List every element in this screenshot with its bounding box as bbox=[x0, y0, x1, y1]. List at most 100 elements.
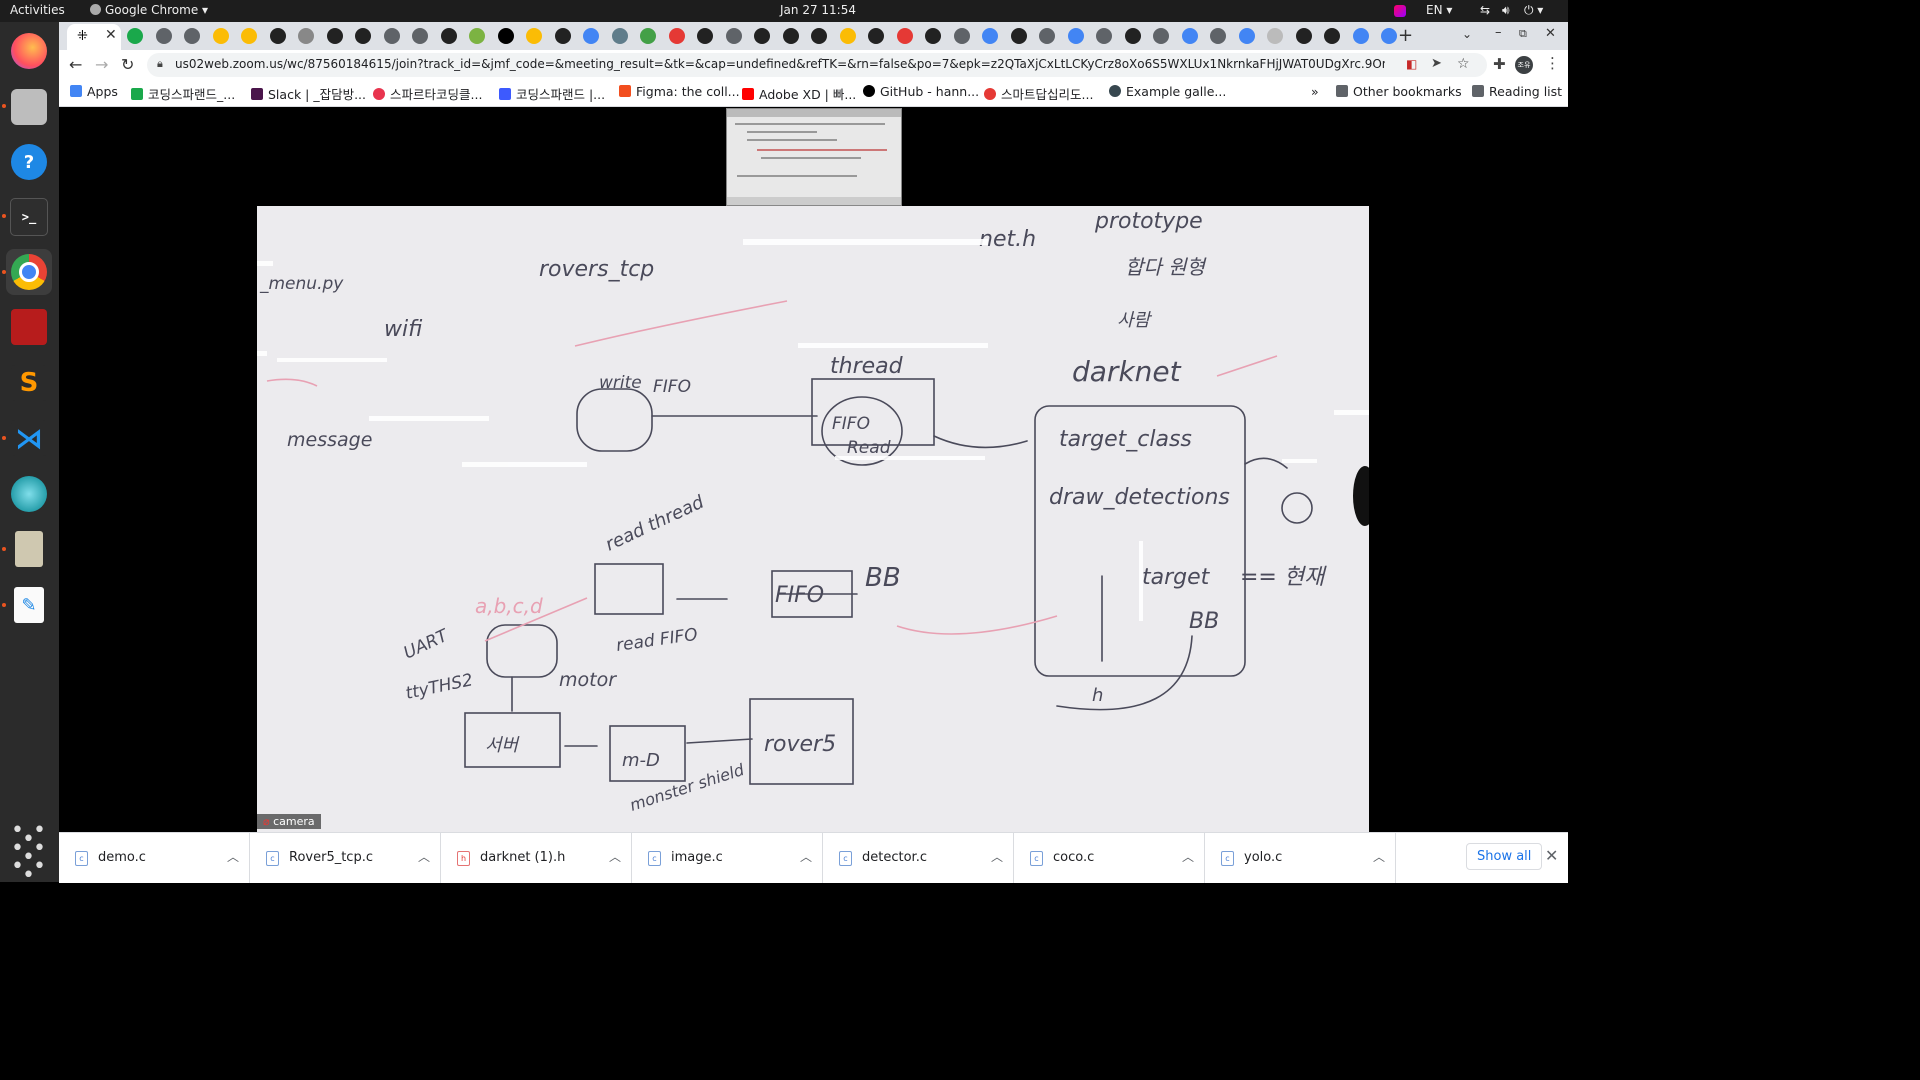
tab-search-button[interactable]: ⌄ bbox=[1462, 27, 1472, 41]
download-item[interactable]: c demo.c ︿ bbox=[59, 833, 250, 883]
chevron-up-icon[interactable]: ︿ bbox=[1373, 848, 1385, 865]
dock-chrome[interactable] bbox=[6, 249, 52, 295]
pinned-tab-favicon-icon[interactable] bbox=[1153, 28, 1169, 44]
new-tab-button[interactable]: + bbox=[1398, 25, 1413, 46]
close-window-button[interactable]: ✕ bbox=[1545, 26, 1556, 41]
pinned-tab-favicon-icon[interactable] bbox=[440, 28, 457, 44]
reading-list-button[interactable]: Reading list bbox=[1472, 84, 1562, 99]
pinned-tab-favicon-icon[interactable] bbox=[155, 28, 172, 44]
dock-vscode[interactable]: ⋊ bbox=[6, 415, 52, 461]
pinned-tab-favicon-icon[interactable] bbox=[1067, 28, 1084, 44]
pinned-tab-favicon-icon[interactable] bbox=[839, 28, 856, 44]
app-indicator-icon[interactable] bbox=[1394, 5, 1406, 17]
pinned-tab-favicon-icon[interactable] bbox=[611, 28, 628, 44]
pinned-tab-favicon-icon[interactable] bbox=[298, 28, 314, 44]
pinned-tab-favicon-icon[interactable] bbox=[212, 28, 229, 44]
pinned-tab-favicon-icon[interactable] bbox=[1210, 28, 1226, 44]
dock-terminal[interactable]: >_ bbox=[6, 194, 52, 240]
power-icon[interactable]: ⏻ ▾ bbox=[1524, 3, 1543, 18]
show-applications-button[interactable]: • • • • • • • • • bbox=[6, 820, 52, 887]
pinned-tab-favicon-icon[interactable] bbox=[697, 28, 713, 44]
dock-seal[interactable] bbox=[6, 471, 52, 517]
profile-avatar[interactable]: 조유 bbox=[1515, 56, 1533, 74]
restore-button[interactable]: ⧉ bbox=[1519, 27, 1527, 41]
chevron-up-icon[interactable]: ︿ bbox=[800, 848, 812, 865]
bookmark-item[interactable]: 스파르타코딩클... bbox=[373, 84, 482, 103]
shared-screen-thumbnail[interactable] bbox=[726, 108, 902, 206]
pinned-tab-favicon-icon[interactable] bbox=[754, 28, 770, 44]
bookmark-item[interactable]: GitHub - hann... bbox=[863, 84, 979, 99]
app-menu[interactable]: Google Chrome ▾ bbox=[90, 3, 208, 17]
forward-button[interactable]: → bbox=[95, 55, 108, 74]
dock-help[interactable]: ? bbox=[6, 139, 52, 185]
url-text[interactable]: us02web.zoom.us/wc/87560184615/join?trac… bbox=[175, 57, 1385, 71]
pinned-tab-favicon-icon[interactable] bbox=[640, 28, 656, 44]
bookmark-item[interactable]: Example galle... bbox=[1109, 84, 1226, 99]
pinned-tab-favicon-icon[interactable] bbox=[782, 28, 799, 44]
volume-icon[interactable]: 🔊︎ bbox=[1502, 3, 1510, 18]
pinned-tab-favicon-icon[interactable] bbox=[1096, 28, 1112, 44]
close-download-shelf-icon[interactable]: ✕ bbox=[1545, 846, 1558, 865]
pinned-tab-favicon-icon[interactable] bbox=[355, 28, 371, 44]
pinned-tab-favicon-icon[interactable] bbox=[184, 28, 200, 44]
pinned-tab-favicon-icon[interactable] bbox=[326, 28, 343, 44]
minimize-button[interactable]: – bbox=[1495, 25, 1502, 40]
pinned-tab-favicon-icon[interactable] bbox=[1324, 28, 1340, 44]
pinned-tab-favicon-icon[interactable] bbox=[241, 28, 257, 44]
pinned-tab-favicon-icon[interactable] bbox=[811, 28, 827, 44]
pinned-tab-favicon-icon[interactable] bbox=[554, 28, 571, 44]
close-tab-icon[interactable]: ✕ bbox=[105, 27, 117, 43]
dock-firefox[interactable] bbox=[6, 28, 52, 74]
pinned-tab-favicon-icon[interactable] bbox=[1181, 28, 1198, 44]
pinned-tab-favicon-icon[interactable] bbox=[497, 28, 514, 44]
pinned-tab-favicon-icon[interactable] bbox=[982, 28, 998, 44]
chrome-menu-icon[interactable]: ⋮ bbox=[1545, 54, 1560, 72]
activities-button[interactable]: Activities bbox=[10, 3, 65, 17]
bookmark-item[interactable]: 스마트답십리도... bbox=[984, 84, 1093, 103]
pinned-tab-favicon-icon[interactable] bbox=[1124, 28, 1141, 44]
chevron-up-icon[interactable]: ︿ bbox=[991, 848, 1003, 865]
pinned-tab-favicon-icon[interactable] bbox=[668, 28, 685, 44]
pinned-tab-favicon-icon[interactable] bbox=[953, 28, 970, 44]
back-button[interactable]: ← bbox=[69, 55, 82, 74]
dock-recorder[interactable] bbox=[6, 304, 52, 350]
download-item[interactable]: h darknet (1).h ︿ bbox=[441, 833, 632, 883]
blocked-popup-icon[interactable]: ◧ bbox=[1406, 57, 1417, 71]
pinned-tab-favicon-icon[interactable] bbox=[1352, 28, 1369, 44]
bookmark-item[interactable]: Figma: the coll... bbox=[619, 84, 740, 99]
pinned-tab-favicon-icon[interactable] bbox=[127, 28, 143, 44]
pinned-tab-favicon-icon[interactable] bbox=[583, 28, 599, 44]
pinned-tab-favicon-icon[interactable] bbox=[896, 28, 913, 44]
download-item[interactable]: c image.c ︿ bbox=[632, 833, 823, 883]
download-item[interactable]: c coco.c ︿ bbox=[1014, 833, 1205, 883]
pinned-tab-favicon-icon[interactable] bbox=[925, 28, 941, 44]
extensions-icon[interactable]: ✚ bbox=[1493, 55, 1506, 73]
pinned-tab-favicon-icon[interactable] bbox=[1010, 28, 1027, 44]
pinned-tab-favicon-icon[interactable] bbox=[412, 28, 428, 44]
bookmark-item[interactable]: 코딩스파랜드 |... bbox=[499, 84, 605, 103]
pinned-tab-favicon-icon[interactable] bbox=[469, 28, 485, 44]
reload-button[interactable]: ↻ bbox=[121, 55, 134, 74]
pinned-tab-favicon-icon[interactable] bbox=[1267, 28, 1283, 44]
other-bookmarks-folder[interactable]: Other bookmarks bbox=[1336, 84, 1462, 99]
pinned-tab-favicon-icon[interactable] bbox=[868, 28, 884, 44]
chevron-up-icon[interactable]: ︿ bbox=[418, 848, 430, 865]
dock-files[interactable] bbox=[6, 84, 52, 130]
download-item[interactable]: c yolo.c ︿ bbox=[1205, 833, 1396, 883]
pinned-tab-favicon-icon[interactable] bbox=[526, 28, 542, 44]
pinned-tab-favicon-icon[interactable] bbox=[725, 28, 742, 44]
download-item[interactable]: c detector.c ︿ bbox=[823, 833, 1014, 883]
bookmark-item[interactable]: Slack | _잡담방... bbox=[251, 84, 366, 103]
bookmark-item[interactable]: 코딩스파랜드_... bbox=[131, 84, 235, 103]
dock-text-editor[interactable]: ✎ bbox=[6, 582, 52, 628]
chevron-up-icon[interactable]: ︿ bbox=[227, 848, 239, 865]
pinned-tab-favicon-icon[interactable] bbox=[269, 28, 286, 44]
lock-icon[interactable]: 🔒︎ bbox=[157, 57, 163, 71]
dock-archive[interactable] bbox=[6, 526, 52, 572]
pinned-tab-favicon-icon[interactable] bbox=[1238, 28, 1255, 44]
address-bar[interactable]: 🔒︎ us02web.zoom.us/wc/87560184615/join?t… bbox=[147, 53, 1487, 77]
pinned-tab-favicon-icon[interactable] bbox=[1039, 28, 1055, 44]
language-indicator[interactable]: EN ▾ bbox=[1426, 3, 1452, 17]
pinned-tab-favicon-icon[interactable] bbox=[383, 28, 400, 44]
network-icon[interactable]: ⇆ bbox=[1480, 3, 1490, 17]
